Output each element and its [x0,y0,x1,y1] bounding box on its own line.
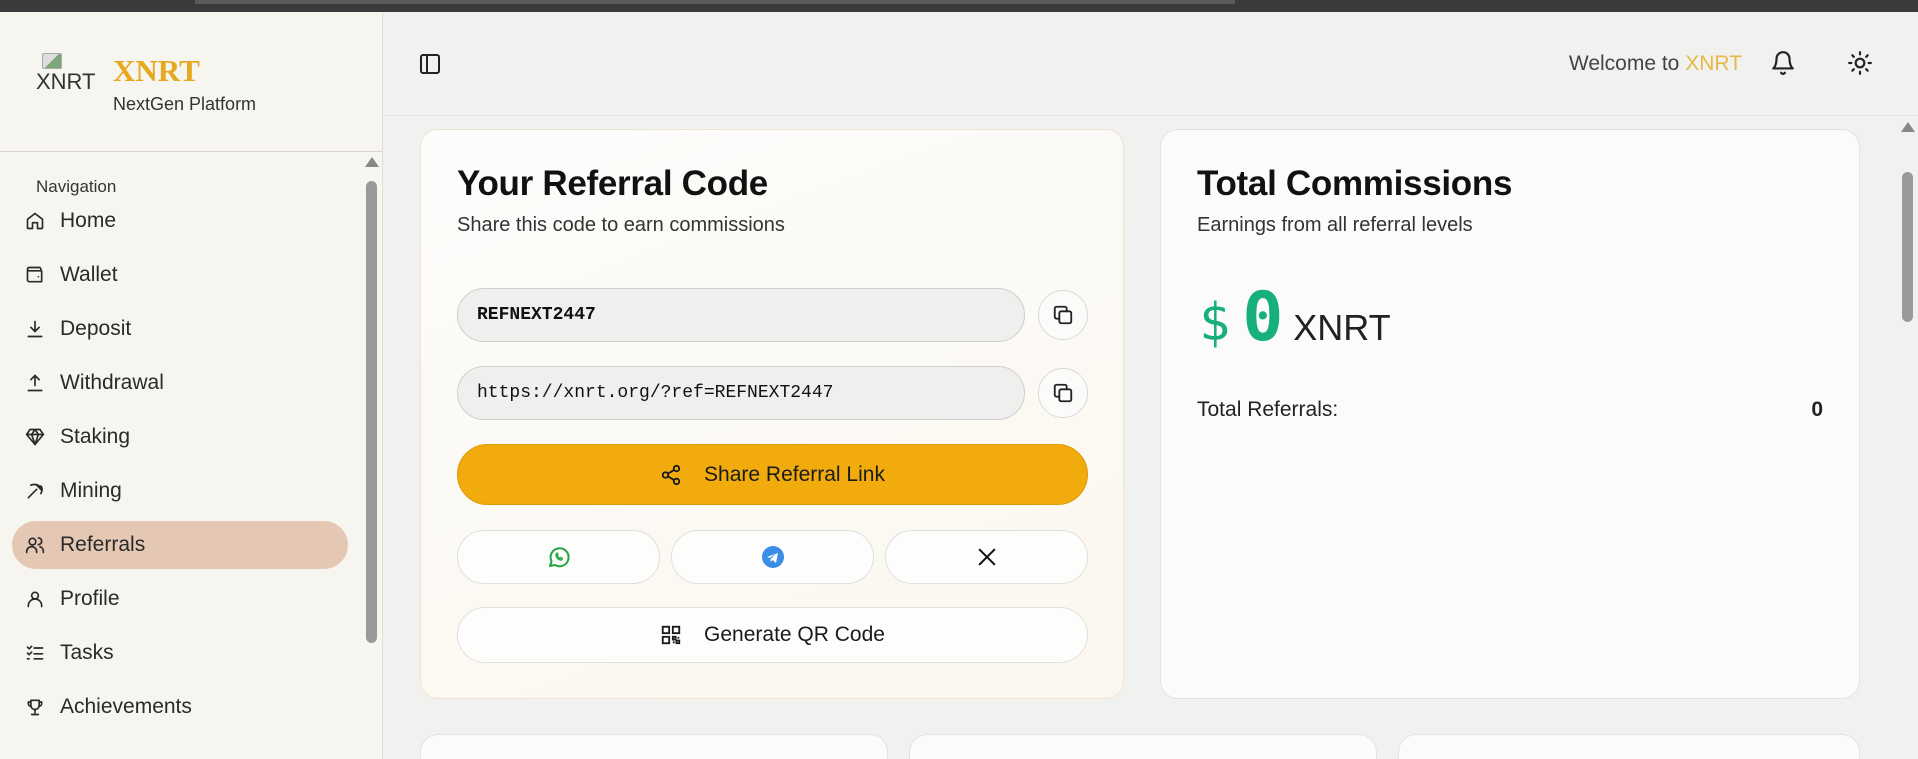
sidebar-scroll-thumb[interactable] [366,181,377,643]
bell-icon [1772,51,1794,75]
gem-icon [24,426,46,448]
broken-image-icon [42,53,62,69]
nav-heading: Navigation [36,177,117,196]
top-header: Welcome to XNRT [384,12,1918,116]
referral-link-field[interactable]: https://xnrt.org/?ref=REFNEXT2447 [457,366,1025,420]
scroll-up-arrow-icon[interactable] [1901,122,1915,132]
sun-icon [1848,51,1872,75]
brand-header: XNRT XNRT NextGen Platform [0,12,382,152]
referral-code-field[interactable]: REFNEXT2447 [457,288,1025,342]
sidebar-item-referrals[interactable]: Referrals [12,521,348,569]
brand-tagline: NextGen Platform [113,94,257,114]
copy-link-button[interactable] [1038,368,1088,418]
copy-icon [1053,305,1073,325]
qr-button-label: Generate QR Code [704,623,885,646]
sidebar-item-label: Tasks [60,641,114,664]
share-referral-link-button[interactable]: Share Referral Link [457,444,1088,505]
sidebar-nav: Navigation Home Wallet Deposit Withdrawa… [0,153,365,759]
main-content: Your Referral Code Share this code to ea… [384,117,1898,759]
commissions-value: 0 [1242,278,1284,357]
users-icon [24,534,46,556]
main-scroll-thumb[interactable] [1902,172,1913,322]
window-top-bar [0,0,1918,12]
user-icon [24,588,46,610]
sidebar-item-mining[interactable]: Mining [12,467,348,515]
pickaxe-icon [24,480,46,502]
welcome-text: Welcome to XNRT [1569,52,1742,76]
commissions-card-subtitle: Earnings from all referral levels [1197,214,1473,236]
trophy-icon [24,696,46,718]
stats-card [420,734,888,759]
sidebar-item-label: Staking [60,425,131,448]
sidebar-item-tasks[interactable]: Tasks [12,629,348,677]
qr-code-icon [661,625,681,645]
panel-left-icon [420,54,440,74]
theme-toggle-button[interactable] [1847,50,1873,76]
notifications-button[interactable] [1770,50,1796,76]
total-commissions-card: Total Commissions Earnings from all refe… [1160,129,1860,699]
copy-icon [1053,383,1073,403]
brand-name: XNRT [113,53,200,88]
main-scrollbar[interactable] [1898,117,1918,759]
brand-logo-alt: XNRT [36,69,96,94]
generate-qr-code-button[interactable]: Generate QR Code [457,607,1088,663]
currency-symbol: $ [1199,293,1231,353]
sidebar-item-label: Deposit [60,317,132,340]
sidebar-item-label: Profile [60,587,120,610]
whatsapp-icon [548,547,570,568]
share-x-button[interactable] [885,530,1088,584]
sidebar-item-achievements[interactable]: Achievements [12,683,348,731]
wallet-icon [24,264,46,286]
list-checks-icon [24,642,46,664]
sidebar-scrollbar[interactable] [363,141,381,747]
share-telegram-button[interactable] [671,530,874,584]
commissions-amount: $ 0 XNRT [1199,278,1391,357]
copy-code-button[interactable] [1038,290,1088,340]
x-logo-icon [978,548,995,566]
brand-logo[interactable]: XNRT [36,53,100,105]
sidebar-toggle-button[interactable] [418,52,442,76]
commissions-card-title: Total Commissions [1197,164,1513,203]
welcome-prefix: Welcome to [1568,52,1686,75]
upload-icon [24,372,46,394]
sidebar-item-label: Mining [60,479,122,502]
referral-card-subtitle: Share this code to earn commissions [457,214,785,236]
sidebar: XNRT XNRT NextGen Platform Navigation Ho… [0,12,383,759]
total-referrals-label: Total Referrals: [1197,398,1339,421]
welcome-brand: XNRT [1685,52,1742,75]
sidebar-item-label: Achievements [60,695,192,718]
share-icon [661,464,681,485]
sidebar-item-label: Wallet [60,263,118,286]
commissions-unit: XNRT [1293,307,1391,348]
sidebar-item-label: Withdrawal [60,371,164,394]
referral-code-card: Your Referral Code Share this code to ea… [420,129,1124,699]
total-referrals-count: 0 [1811,398,1823,421]
sidebar-item-staking[interactable]: Staking [12,413,348,461]
sidebar-item-wallet[interactable]: Wallet [12,251,348,299]
home-icon [24,210,46,232]
sidebar-item-withdrawal[interactable]: Withdrawal [12,359,348,407]
stats-card [1398,734,1860,759]
sidebar-item-profile[interactable]: Profile [12,575,348,623]
share-whatsapp-button[interactable] [457,530,660,584]
sidebar-item-deposit[interactable]: Deposit [12,305,348,353]
total-referrals-row: Total Referrals: 0 [1197,398,1823,422]
stats-card [909,734,1377,759]
scroll-up-arrow-icon[interactable] [365,157,379,167]
sidebar-item-label: Home [60,209,117,232]
window-tab-strip [195,0,1235,4]
referral-card-title: Your Referral Code [457,164,768,203]
sidebar-item-label: Referrals [60,533,146,556]
telegram-icon [761,546,784,568]
sidebar-item-home[interactable]: Home [12,197,348,245]
share-button-label: Share Referral Link [704,462,885,486]
download-icon [24,318,46,340]
